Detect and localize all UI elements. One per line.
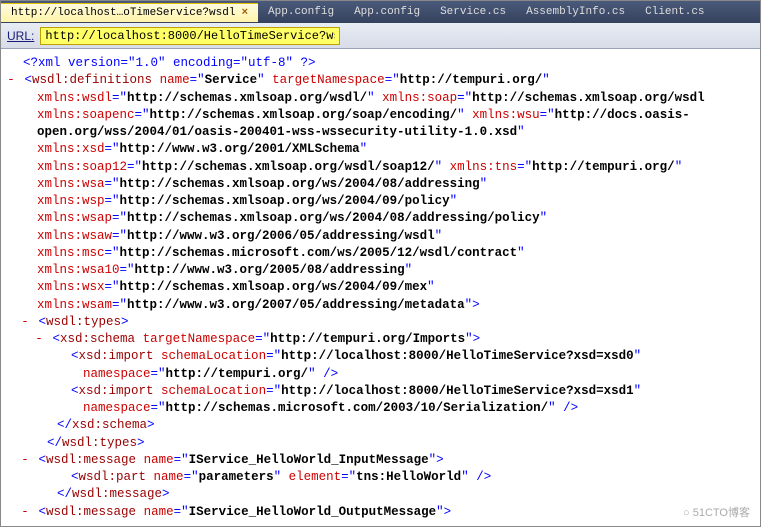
tab-client-cs[interactable]: Client.cs [635,3,714,21]
xsd-import: <xsd:import schemaLocation="http://local… [5,383,756,400]
wsdl-message-1-open: - <wsdl:message name="IService_HelloWorl… [5,452,756,469]
collapse-icon[interactable]: - [33,331,45,348]
xml-ns-line: xmlns:wsa10="http://www.w3.org/2005/08/a… [5,262,756,279]
xsd-import: <xsd:import schemaLocation="http://local… [5,348,756,365]
tab-active-wsdl[interactable]: http://localhost…oTimeService?wsdl × [1,3,258,22]
xsd-schema-close: </xsd:schema> [5,417,756,434]
xml-ns-line: xmlns:wsaw="http://www.w3.org/2006/05/ad… [5,228,756,245]
xml-viewer[interactable]: <?xml version="1.0" encoding="utf-8" ?> … [1,49,760,527]
collapse-icon[interactable]: - [19,314,31,331]
collapse-icon[interactable]: - [5,72,17,89]
xml-ns-line: xmlns:wsp="http://schemas.xmlsoap.org/ws… [5,193,756,210]
xml-ns-line: xmlns:xsd="http://www.w3.org/2001/XMLSch… [5,141,756,158]
xsd-import-ns: namespace="http://tempuri.org/" /> [5,366,756,383]
xml-ns-line: xmlns:wsx="http://schemas.xmlsoap.org/ws… [5,279,756,296]
xml-pi: <?xml version="1.0" encoding="utf-8" ?> [5,55,756,72]
wsdl-part-1: <wsdl:part name="parameters" element="tn… [5,469,756,486]
xml-defs-open: - <wsdl:definitions name="Service" targe… [5,72,756,89]
collapse-icon[interactable]: - [19,452,31,469]
xml-ns-line: xmlns:wsam="http://www.w3.org/2007/05/ad… [5,297,756,314]
xml-ns-line: xmlns:soap12="http://schemas.xmlsoap.org… [5,159,756,176]
collapse-icon[interactable]: - [19,504,31,521]
xml-ns-line: xmlns:soapenc="http://schemas.xmlsoap.or… [5,107,756,124]
url-label: URL: [7,29,34,43]
wsdl-types-open: - <wsdl:types> [5,314,756,331]
wsdl-types-close: </wsdl:types> [5,435,756,452]
xml-ns-line: xmlns:wsdl="http://schemas.xmlsoap.org/w… [5,90,756,107]
tab-appconfig-2[interactable]: App.config [344,3,430,21]
wsdl-message-2-open: - <wsdl:message name="IService_HelloWorl… [5,504,756,521]
xsd-import-ns: namespace="http://schemas.microsoft.com/… [5,400,756,417]
watermark: ○ 51CTO博客 [683,504,750,520]
tab-service-cs[interactable]: Service.cs [430,3,516,21]
xsd-schema-open: - <xsd:schema targetNamespace="http://te… [5,331,756,348]
xml-ns-line: xmlns:wsap="http://schemas.xmlsoap.org/w… [5,210,756,227]
xml-ns-line: xmlns:msc="http://schemas.microsoft.com/… [5,245,756,262]
close-icon[interactable]: × [241,7,248,19]
editor-tabbar: http://localhost…oTimeService?wsdl × App… [1,1,760,23]
tab-label: http://localhost…oTimeService?wsdl [11,7,235,19]
url-bar: URL: [1,23,760,49]
xml-ns-line: xmlns:wsa="http://schemas.xmlsoap.org/ws… [5,176,756,193]
xml-ns-line: open.org/wss/2004/01/oasis-200401-wss-ws… [5,124,756,141]
tab-appconfig-1[interactable]: App.config [258,3,344,21]
wsdl-message-1-close: </wsdl:message> [5,486,756,503]
url-input[interactable] [40,27,340,45]
tab-assemblyinfo-cs[interactable]: AssemblyInfo.cs [516,3,635,21]
